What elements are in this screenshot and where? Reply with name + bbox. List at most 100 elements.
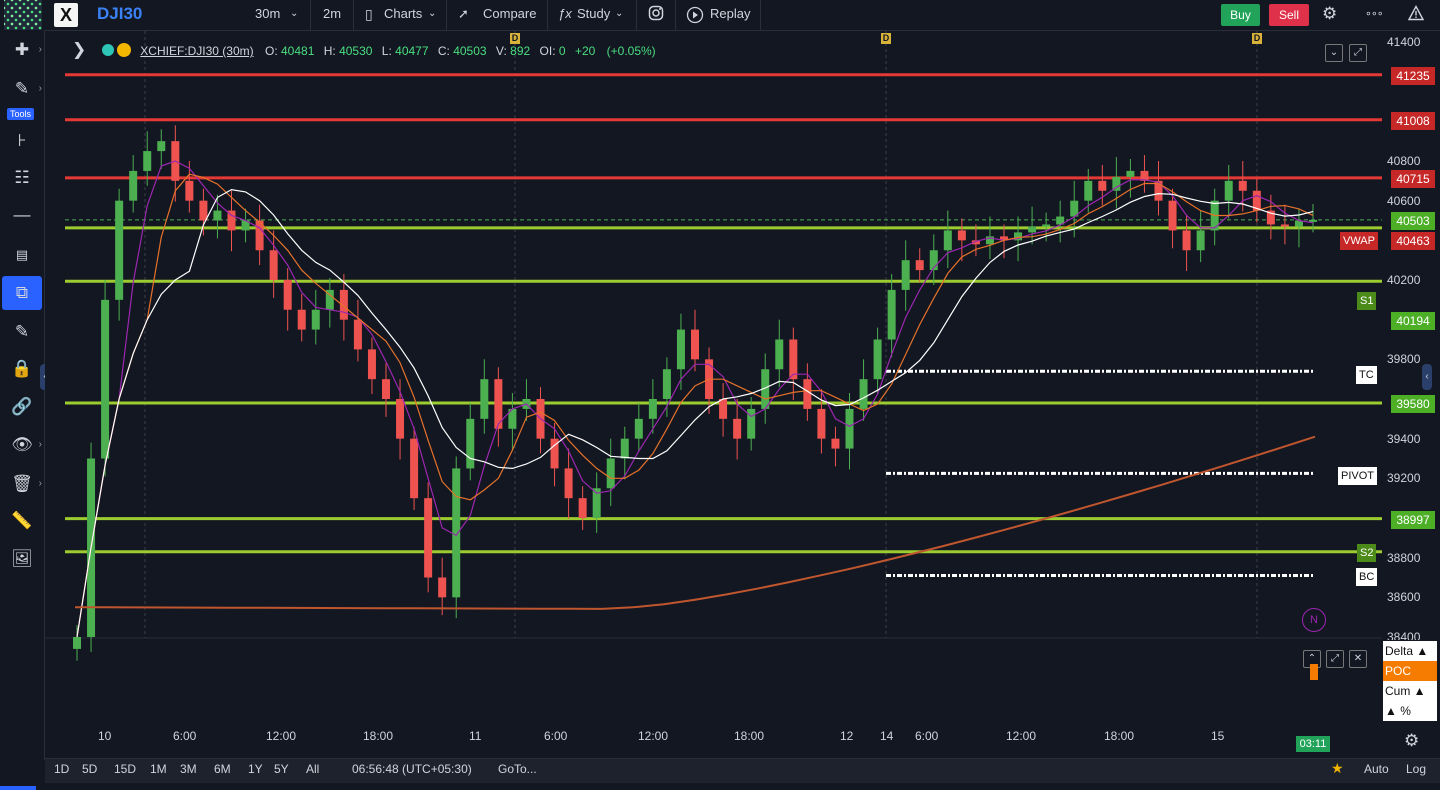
maximize-icon[interactable]: ⤢ <box>1349 44 1367 62</box>
legend-high: 40530 <box>339 44 373 58</box>
price-tag-40194: 40194 <box>1391 312 1435 330</box>
news-badge[interactable]: N <box>1302 608 1326 632</box>
time-tick: 6:00 <box>915 729 939 743</box>
star-icon[interactable]: ★ <box>1331 760 1344 777</box>
sell-button[interactable]: Sell <box>1269 4 1309 26</box>
study-label: Study <box>577 6 611 21</box>
candle-body <box>691 329 699 360</box>
range-1y[interactable]: 1Y <box>248 762 263 776</box>
cum-toggle[interactable]: Cum ▲ <box>1383 681 1437 701</box>
lock-icon: 🔒 <box>11 359 33 378</box>
chevron-down-icon: ⌄ <box>428 8 437 19</box>
fx-icon: ƒx <box>558 6 572 21</box>
x-logo-icon[interactable]: X <box>54 3 78 27</box>
pencil-tool[interactable]: ✎ › <box>0 72 44 106</box>
chevron-right-icon[interactable]: ❯ <box>72 38 86 62</box>
time-tick: 14 <box>880 729 894 743</box>
pct-toggle[interactable]: ▲ % <box>1383 701 1437 721</box>
text-tool[interactable]: ▤ <box>0 237 44 271</box>
pattern-tool[interactable]: ☷ <box>0 161 44 195</box>
gear-icon[interactable]: ⚙ <box>1322 0 1342 30</box>
magnet-tool[interactable]: ⧉ <box>2 276 42 310</box>
study-button[interactable]: ƒx Study ⌄ <box>548 0 637 30</box>
legend-symbol[interactable]: XCHIEF:DJI30 (30m) <box>140 44 253 58</box>
collapse-right-panel-button[interactable]: ‹ <box>1422 364 1432 390</box>
delta-toggle[interactable]: Delta ▲ <box>1383 641 1437 661</box>
interval-select[interactable]: 30m ⌄ <box>246 0 311 30</box>
clock-timezone[interactable]: 06:56:48 (UTC+05:30) <box>352 762 472 776</box>
candle-body <box>466 418 475 469</box>
candle-body <box>1168 200 1177 231</box>
range-6m[interactable]: 6M <box>214 762 231 776</box>
time-tick: 12:00 <box>266 729 297 743</box>
candle-body <box>1224 180 1233 201</box>
candles-icon: ▯ <box>365 6 373 22</box>
time-axis[interactable]: 10 6:00 12:00 18:00 11 6:00 12:00 18:00 … <box>45 723 1382 755</box>
play-icon <box>686 6 704 24</box>
session-marker-d[interactable]: D <box>510 33 520 44</box>
maximize-icon[interactable]: ⤢ <box>1326 650 1344 668</box>
link-tool[interactable]: 🔗 <box>0 390 44 424</box>
candle-body <box>915 260 924 271</box>
session-marker-d[interactable]: D <box>881 33 891 44</box>
text-icon: ▤ <box>15 247 29 262</box>
instagram-icon[interactable] <box>637 0 676 30</box>
more-options-icon[interactable]: ∘∘∘ <box>1365 0 1387 30</box>
visibility-tool[interactable]: 👁 › <box>0 428 44 462</box>
app-logo[interactable] <box>4 0 42 30</box>
s2-tag: S2 <box>1357 544 1377 562</box>
candle-body <box>1098 180 1107 191</box>
symbol-name[interactable]: DJI30 <box>97 0 142 30</box>
price-tag-40715: 40715 <box>1391 170 1435 188</box>
price-chart[interactable] <box>45 31 1382 723</box>
range-3m[interactable]: 3M <box>180 762 197 776</box>
buy-button[interactable]: Buy <box>1221 4 1260 26</box>
log-scale-button[interactable]: Log <box>1406 762 1426 776</box>
range-5d[interactable]: 5D <box>82 762 97 776</box>
candle-body <box>578 498 587 518</box>
range-1m[interactable]: 1M <box>150 762 167 776</box>
screenshot-icon: 🖼 <box>11 549 33 568</box>
poc-toggle[interactable]: POC <box>1383 661 1437 681</box>
candle-body <box>1084 180 1093 201</box>
close-icon[interactable]: ✕ <box>1349 650 1367 668</box>
compare-icon: ➚ <box>458 6 469 21</box>
goto-button[interactable]: GoTo... <box>498 762 537 776</box>
candle-body <box>1028 226 1037 233</box>
auto-scale-button[interactable]: Auto <box>1364 762 1389 776</box>
pencil-icon: ✎ <box>14 79 30 98</box>
measure-icon: ⊦ <box>17 131 27 150</box>
interval-2m-button[interactable]: 2m <box>311 0 354 30</box>
ruler-tool[interactable]: 📏 <box>0 504 44 538</box>
range-1d[interactable]: 1D <box>54 762 69 776</box>
candle-body <box>564 468 573 499</box>
price-tick: 41400 <box>1387 35 1421 49</box>
alert-icon[interactable] <box>1407 0 1426 30</box>
chevron-down-icon[interactable]: ⌄ <box>1325 44 1343 62</box>
lock-tool[interactable]: 🔒 <box>0 352 44 386</box>
range-15d[interactable]: 15D <box>114 762 136 776</box>
brush-icon: ✎ <box>14 322 30 341</box>
brush-tool[interactable]: ✎ <box>0 315 44 349</box>
crosshair-tool[interactable]: ✚ › <box>0 33 44 67</box>
charts-button[interactable]: ▯ Charts ⌄ <box>354 0 447 30</box>
screenshot-tool[interactable]: 🖼 <box>0 542 44 576</box>
price-tag-40503: 40503 <box>1391 212 1435 230</box>
candle-body <box>1309 219 1317 222</box>
range-5y[interactable]: 5Y <box>274 762 289 776</box>
gear-icon[interactable]: ⚙ <box>1404 731 1419 751</box>
legend-c-label: C: <box>437 44 450 58</box>
session-marker-d[interactable]: D <box>1252 33 1262 44</box>
horizontal-line-tool[interactable]: — <box>0 198 44 232</box>
replay-button[interactable]: Replay <box>676 0 761 30</box>
magnet-icon: ⧉ <box>15 283 29 302</box>
pattern-icon: ☷ <box>14 168 30 187</box>
compare-button[interactable]: ➚ Compare <box>447 0 548 30</box>
time-tick: 18:00 <box>363 729 394 743</box>
long-ma-line <box>75 435 1316 610</box>
delete-tool[interactable]: 🗑 › <box>0 467 44 501</box>
range-all[interactable]: All <box>306 762 319 776</box>
measure-tool[interactable]: ⊦ <box>0 124 44 158</box>
time-tick: 12:00 <box>1006 729 1037 743</box>
link-icon: 🔗 <box>11 397 33 416</box>
